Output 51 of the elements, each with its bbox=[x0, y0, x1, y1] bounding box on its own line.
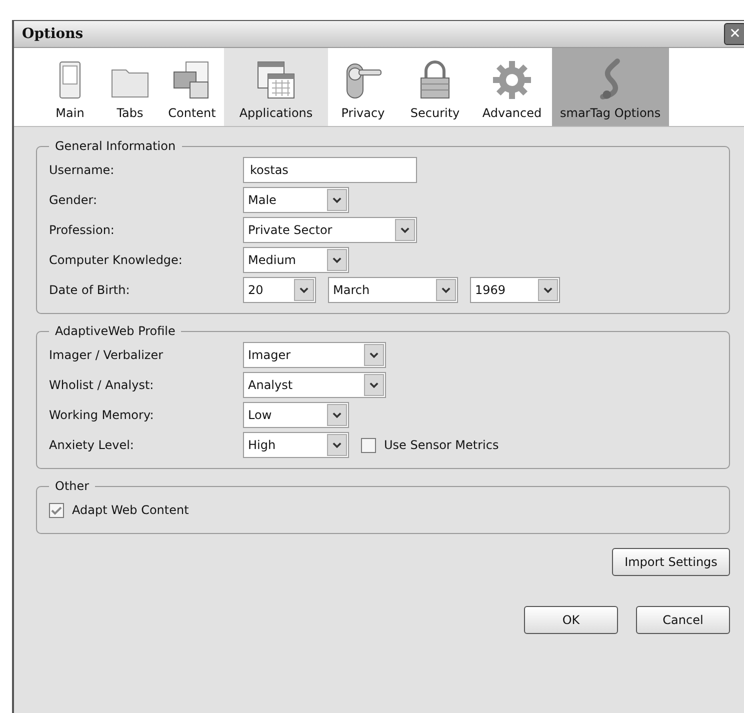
chevron-down-icon bbox=[364, 374, 384, 396]
chevron-down-icon bbox=[327, 434, 347, 456]
group-title: AdaptiveWeb Profile bbox=[54, 324, 176, 338]
checkbox-label: Adapt Web Content bbox=[72, 503, 189, 517]
chevron-down-icon bbox=[364, 344, 384, 366]
toolbar-tab[interactable]: Tabs bbox=[100, 48, 160, 126]
toolbar-tab[interactable]: Content bbox=[160, 48, 224, 126]
field-label: Wholist / Analyst: bbox=[49, 378, 155, 392]
chevron-down-icon bbox=[327, 249, 347, 271]
close-button[interactable]: ✕ bbox=[724, 23, 744, 45]
dropdown[interactable]: Male bbox=[243, 187, 349, 213]
field-label: Profession: bbox=[49, 223, 116, 237]
dropdown[interactable]: Private Sector bbox=[243, 217, 417, 243]
toolbar-tab[interactable]: Privacy bbox=[328, 48, 398, 126]
import-settings-button[interactable]: Import Settings bbox=[612, 548, 730, 576]
window-title: Options bbox=[22, 26, 84, 42]
dropdown[interactable]: Imager bbox=[243, 342, 386, 368]
field-label: Date of Birth: bbox=[49, 283, 131, 297]
field-label: Anxiety Level: bbox=[49, 438, 135, 452]
checkbox[interactable] bbox=[361, 438, 376, 452]
field-label: Computer Knowledge: bbox=[49, 253, 184, 267]
dropdown[interactable]: March bbox=[328, 277, 458, 303]
toolbar-tab[interactable]: Advanced bbox=[472, 48, 552, 126]
cancel-button[interactable]: Cancel bbox=[636, 606, 730, 634]
toolbar-tab[interactable]: Applications bbox=[224, 48, 328, 126]
group-title: General Information bbox=[54, 139, 177, 153]
chevron-down-icon bbox=[395, 219, 415, 241]
dropdown[interactable]: Medium bbox=[243, 247, 349, 273]
field-label: Working Memory: bbox=[49, 408, 155, 422]
dropdown[interactable]: Low bbox=[243, 402, 349, 428]
chevron-down-icon bbox=[294, 279, 314, 301]
text-field[interactable]: kostas bbox=[243, 157, 417, 183]
dropdown[interactable]: 1969 bbox=[470, 277, 560, 303]
field-label: Imager / Verbalizer bbox=[49, 348, 164, 362]
chevron-down-icon bbox=[436, 279, 456, 301]
chevron-down-icon bbox=[327, 189, 347, 211]
chevron-down-icon bbox=[538, 279, 558, 301]
dropdown[interactable]: High bbox=[243, 432, 349, 458]
dropdown[interactable]: Analyst bbox=[243, 372, 386, 398]
gear-icon bbox=[490, 58, 534, 102]
checkbox[interactable] bbox=[49, 502, 64, 518]
dropdown[interactable]: 20 bbox=[243, 277, 316, 303]
field-label: Username: bbox=[49, 163, 116, 177]
toolbar-tab[interactable]: smarTag Options bbox=[552, 48, 669, 126]
toolbar-tab[interactable]: Main bbox=[40, 48, 100, 126]
field-label: Gender: bbox=[49, 193, 98, 207]
ok-button[interactable]: OK bbox=[524, 606, 618, 634]
toolbar-tab[interactable]: Security bbox=[398, 48, 472, 126]
checkbox-label: Use Sensor Metrics bbox=[384, 438, 499, 452]
group-title: Other bbox=[54, 479, 90, 493]
chevron-down-icon bbox=[327, 404, 347, 426]
